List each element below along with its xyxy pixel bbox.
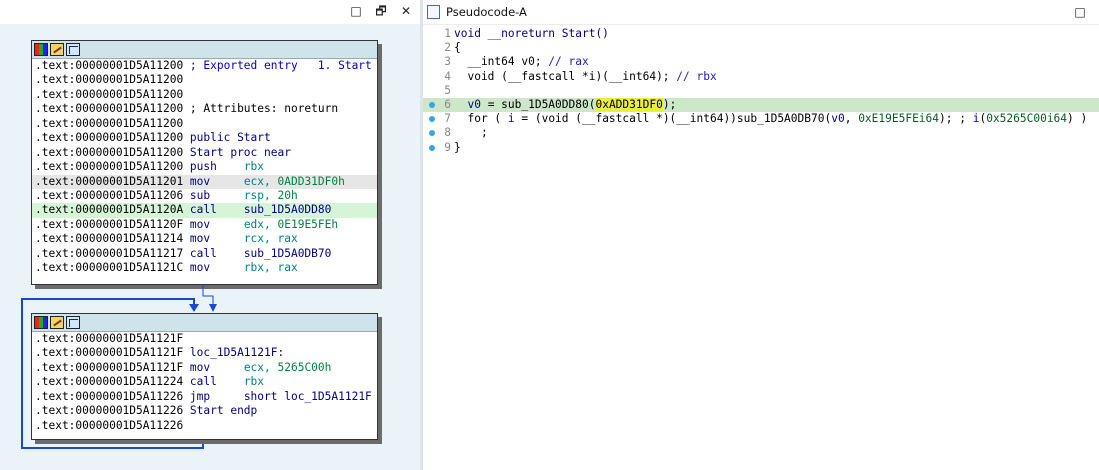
asm-address: .text:00000001D5A1121F	[35, 346, 184, 360]
pseudocode-line[interactable]: 6 v0 = sub_1D5A0DD80(0xADD31DF0);	[423, 97, 1099, 113]
asm-line[interactable]: .text:00000001D5A1121F loc_1D5A1121F:	[32, 346, 377, 360]
block-header	[32, 314, 377, 332]
code-token: ) )	[1067, 112, 1088, 126]
line-number: 8	[444, 126, 451, 140]
code-token: 0xE19E5FEi64	[858, 112, 940, 126]
asm-line[interactable]: .text:00000001D5A1121F	[32, 332, 377, 346]
code-text: }	[454, 141, 461, 155]
pseudocode-line[interactable]: 8 ;	[423, 126, 1099, 140]
asm-line[interactable]: .text:00000001D5A11226	[32, 419, 377, 433]
edge-fallthrough	[202, 284, 214, 305]
asm-token: short loc_1D5A1121F	[243, 389, 372, 403]
graph-view-pane[interactable]: □ 🗗 ✕ .text:00000001D5A11200 ; Exported …	[0, 0, 420, 470]
code-text: ;	[454, 126, 488, 140]
code-token: v0	[831, 112, 845, 126]
asm-token: rbx	[243, 375, 265, 389]
code-token: 0xADD31DF0	[595, 97, 663, 111]
asm-line[interactable]: .text:00000001D5A11226 Start endp	[32, 404, 377, 418]
code-text: {	[454, 41, 461, 55]
code-text: void __noreturn Start()	[454, 27, 609, 41]
asm-token: call	[183, 375, 244, 389]
edge-arrowhead	[209, 304, 217, 312]
breakpoint-dot-icon[interactable]	[429, 144, 435, 151]
code-token: for (	[454, 112, 508, 126]
line-number: 7	[444, 112, 451, 126]
asm-token: loc_1D5A1121F:	[183, 346, 285, 360]
code-text: __int64 v0; // rax	[454, 55, 589, 69]
line-number: 5	[444, 83, 451, 97]
code-token: // rax	[548, 55, 589, 69]
pseudocode-line[interactable]: 9}	[423, 141, 1099, 155]
asm-token: 5265C00h	[277, 360, 332, 374]
edit-pencil-icon[interactable]	[50, 316, 64, 329]
asm-address: .text:00000001D5A1121F	[35, 332, 184, 345]
breakpoint-dot-icon[interactable]	[429, 130, 435, 137]
breakpoint-dot-icon[interactable]	[429, 101, 435, 108]
edge-loop-arrowhead	[189, 304, 199, 312]
pseudocode-line[interactable]: 4 void (__fastcall *i)(__int64); // rbx	[423, 70, 1099, 84]
code-token: __int64 v0;	[454, 55, 549, 69]
code-token: // rbx	[676, 69, 717, 83]
tab-pseudocode[interactable]: Pseudocode-A	[446, 5, 527, 19]
line-number: 4	[444, 69, 451, 83]
block-lines: .text:00000001D5A1121F .text:00000001D5A1…	[32, 332, 377, 433]
line-number: 2	[444, 41, 451, 55]
code-text: for ( i = (void (__fastcall *)(__int64))…	[454, 112, 1087, 126]
pseudocode-line[interactable]: 1 void __noreturn Start()	[423, 27, 1099, 41]
code-token: ;	[454, 126, 488, 140]
pseudocode-line[interactable]: 3 __int64 v0; // rax	[423, 55, 1099, 69]
code-token: = (void (__fastcall *)(__int64))sub_1D5A…	[514, 112, 832, 126]
pseudocode-tabbar: Pseudocode-A □	[423, 0, 1099, 25]
pseudocode-line[interactable]: 2{	[423, 41, 1099, 55]
asm-token: jmp	[183, 389, 244, 403]
code-token: = sub_1D5A0DD80(	[480, 97, 596, 111]
asm-line[interactable]: .text:00000001D5A11226 jmp short loc_1D5…	[32, 390, 377, 404]
asm-token: mov	[183, 360, 244, 374]
code-token: void __noreturn Start()	[454, 27, 609, 40]
asm-address: .text:00000001D5A11226	[35, 418, 184, 432]
line-number: 1	[444, 27, 451, 40]
pseudocode-line[interactable]: 5	[423, 84, 1099, 98]
color-palette-icon[interactable]	[34, 316, 48, 329]
graph-block-loop[interactable]: .text:00000001D5A1121F .text:00000001D5A1…	[31, 313, 378, 440]
graph-group-icon[interactable]	[66, 316, 80, 329]
asm-token: ecx,	[243, 360, 278, 374]
code-token: );	[662, 97, 677, 111]
code-text: void (__fastcall *i)(__int64); // rbx	[454, 69, 717, 84]
line-number: 3	[444, 55, 451, 69]
code-token: ); ;	[939, 112, 973, 126]
code-token: }	[454, 140, 461, 154]
asm-token: Start endp	[183, 404, 258, 418]
pseudocode-tab-icon	[427, 5, 440, 19]
maximize-icon[interactable]: □	[1073, 5, 1087, 19]
breakpoint-dot-icon[interactable]	[429, 116, 435, 123]
pseudocode-editor[interactable]: 1 void __noreturn Start() 2{3 __int64 v0; …	[423, 27, 1099, 155]
code-token: void (__fastcall *i)(__int64);	[454, 69, 677, 83]
asm-address: .text:00000001D5A11224	[35, 375, 184, 389]
asm-address: .text:00000001D5A11226	[35, 389, 184, 403]
pseudocode-line[interactable]: 7 for ( i = (void (__fastcall *)(__int64…	[423, 112, 1099, 126]
line-number: 6	[444, 97, 451, 111]
code-text: v0 = sub_1D5A0DD80(0xADD31DF0);	[454, 97, 677, 112]
code-token: 0x5265C00i64	[986, 112, 1068, 126]
code-token: {	[454, 41, 461, 55]
asm-address: .text:00000001D5A11226	[35, 404, 184, 418]
line-number: 9	[444, 140, 451, 154]
code-token: i	[507, 112, 515, 126]
code-token: v0	[454, 97, 481, 111]
pseudocode-pane[interactable]: Pseudocode-A □ 1 void __noreturn Start() 2…	[423, 0, 1099, 470]
code-token: ,	[844, 112, 859, 126]
asm-line[interactable]: .text:00000001D5A11224 call rbx	[32, 375, 377, 389]
asm-address: .text:00000001D5A1121F	[35, 360, 184, 374]
asm-line[interactable]: .text:00000001D5A1121F mov ecx, 5265C00h	[32, 361, 377, 375]
